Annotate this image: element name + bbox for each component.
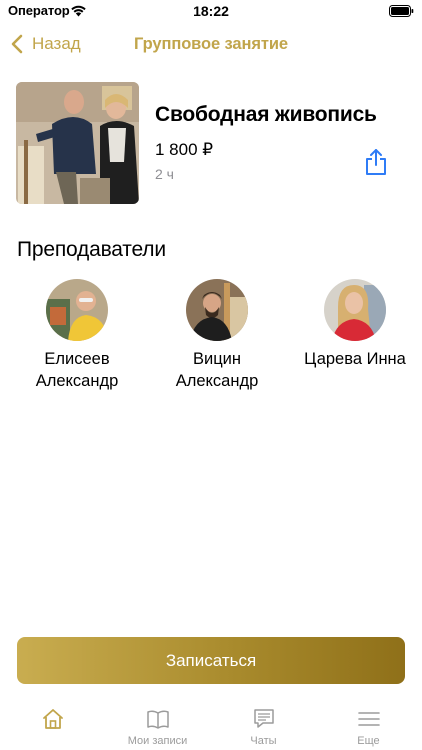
teacher-card[interactable]: Елисеев Александр xyxy=(12,279,142,392)
tab-my-bookings[interactable]: Мои записи xyxy=(105,696,210,750)
chat-icon xyxy=(253,709,274,728)
tab-label: Чаты xyxy=(250,735,277,747)
tab-chats[interactable]: Чаты xyxy=(211,696,316,750)
tab-bar: Мои записи Чаты Еще xyxy=(0,696,422,750)
course-duration: 2 ч xyxy=(155,166,174,182)
share-icon[interactable] xyxy=(364,148,388,176)
teacher-avatar xyxy=(46,279,108,341)
status-time: 18:22 xyxy=(193,3,229,19)
tab-label: Мои записи xyxy=(127,735,188,747)
signup-button[interactable]: Записаться xyxy=(17,637,405,684)
course-photo xyxy=(16,82,139,204)
teacher-avatar xyxy=(186,279,248,341)
status-bar: Оператор 18:22 xyxy=(0,0,422,24)
navigation-bar: Назад Групповое занятие xyxy=(0,24,422,64)
course-price: 1 800 ₽ xyxy=(155,140,214,159)
tab-home[interactable] xyxy=(0,696,105,750)
page-title: Групповое занятие xyxy=(134,35,288,53)
teacher-name: Царева Инна xyxy=(304,350,406,368)
teacher-name: Вицин Александр xyxy=(175,350,259,390)
course-title: Свободная живопись xyxy=(155,103,377,126)
tab-more[interactable]: Еще xyxy=(316,696,421,750)
teacher-card[interactable]: Царева Инна xyxy=(290,279,420,370)
battery-icon xyxy=(389,5,414,17)
menu-icon xyxy=(357,712,380,726)
teacher-card[interactable]: Вицин Александр xyxy=(152,279,282,392)
book-icon xyxy=(146,710,169,729)
teacher-name: Елисеев Александр xyxy=(35,350,119,390)
home-icon xyxy=(42,709,63,729)
tab-label: Еще xyxy=(357,735,380,747)
teachers-section-title: Преподаватели xyxy=(17,238,166,261)
teacher-avatar xyxy=(324,279,386,341)
